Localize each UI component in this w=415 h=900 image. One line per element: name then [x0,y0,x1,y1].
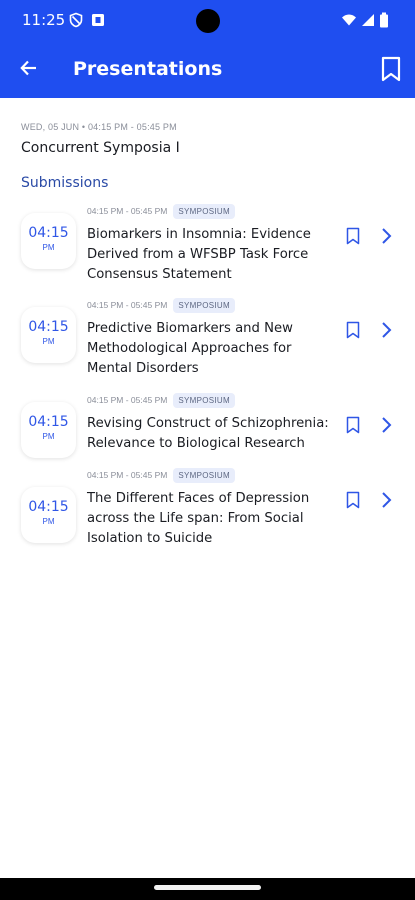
bookmark-button[interactable] [378,56,404,86]
type-badge: SYMPOSIUM [173,467,235,483]
item-meta: 04:15 PM - 05:45 PM SYMPOSIUM [87,297,235,313]
time-value: 04:15 [28,499,69,515]
time-range: 04:15 PM - 05:45 PM [87,470,168,480]
home-indicator[interactable] [154,885,261,890]
system-nav-bar [0,878,415,900]
submissions-heading: Submissions [21,175,109,191]
chevron-right-icon [380,491,392,514]
chevron-right-icon [380,321,392,344]
open-item-button[interactable] [376,227,396,249]
main-content: WED, 05 JUN • 04:15 PM - 05:45 PM Concur… [0,98,415,878]
wifi-icon [341,12,357,28]
bookmark-outline-icon [346,321,360,344]
battery-icon [379,12,389,28]
app-bar: Presentations [0,42,415,98]
type-badge: SYMPOSIUM [173,297,235,313]
bookmark-outline-icon [346,491,360,514]
time-ampm: PM [42,517,55,526]
type-badge: SYMPOSIUM [173,203,235,219]
time-card[interactable]: 04:15 PM [21,402,76,458]
item-meta: 04:15 PM - 05:45 PM SYMPOSIUM [87,203,235,219]
chevron-right-icon [380,227,392,250]
time-card[interactable]: 04:15 PM [21,213,76,269]
type-badge: SYMPOSIUM [173,392,235,408]
time-value: 04:15 [28,414,69,430]
open-item-button[interactable] [376,491,396,513]
submission-title[interactable]: Revising Construct of Schizophrenia: Rel… [87,414,335,454]
submission-item[interactable]: 04:15 PM 04:15 PM - 05:45 PM SYMPOSIUM R… [0,392,415,472]
time-ampm: PM [42,432,55,441]
session-title: Concurrent Symposia I [21,140,180,156]
time-value: 04:15 [28,225,69,241]
status-time: 11:25 [22,11,66,29]
signal-icon [360,12,376,28]
time-range: 04:15 PM - 05:45 PM [87,395,168,405]
time-card[interactable]: 04:15 PM [21,487,76,543]
time-ampm: PM [42,337,55,346]
open-item-button[interactable] [376,416,396,438]
arrow-left-icon [19,58,39,83]
camera-cutout [196,9,220,33]
sim-notification-icon [90,12,106,28]
submission-title[interactable]: Biomarkers in Insomnia: Evidence Derived… [87,225,335,285]
page-title: Presentations [73,58,223,80]
submission-item[interactable]: 04:15 PM 04:15 PM - 05:45 PM SYMPOSIUM P… [0,297,415,377]
submission-item[interactable]: 04:15 PM 04:15 PM - 05:45 PM SYMPOSIUM B… [0,203,415,283]
open-item-button[interactable] [376,321,396,343]
session-meta: WED, 05 JUN • 04:15 PM - 05:45 PM [21,122,177,132]
item-bookmark-button[interactable] [343,491,363,513]
back-button[interactable] [14,56,44,84]
time-range: 04:15 PM - 05:45 PM [87,206,168,216]
submission-title[interactable]: The Different Faces of Depression across… [87,489,335,549]
time-ampm: PM [42,243,55,252]
bookmark-outline-icon [346,227,360,250]
submission-item[interactable]: 04:15 PM 04:15 PM - 05:45 PM SYMPOSIUM T… [0,467,415,547]
chevron-right-icon [380,416,392,439]
shield-icon [68,12,84,28]
time-card[interactable]: 04:15 PM [21,307,76,363]
item-bookmark-button[interactable] [343,321,363,343]
bookmark-outline-icon [380,56,402,87]
submission-title[interactable]: Predictive Biomarkers and New Methodolog… [87,319,335,379]
bookmark-outline-icon [346,416,360,439]
time-value: 04:15 [28,319,69,335]
status-bar: 11:25 [0,0,415,42]
item-meta: 04:15 PM - 05:45 PM SYMPOSIUM [87,467,235,483]
screen: 11:25 Presentations WED, 05 JUN • 04:15 … [0,0,415,900]
item-bookmark-button[interactable] [343,416,363,438]
time-range: 04:15 PM - 05:45 PM [87,300,168,310]
item-meta: 04:15 PM - 05:45 PM SYMPOSIUM [87,392,235,408]
item-bookmark-button[interactable] [343,227,363,249]
